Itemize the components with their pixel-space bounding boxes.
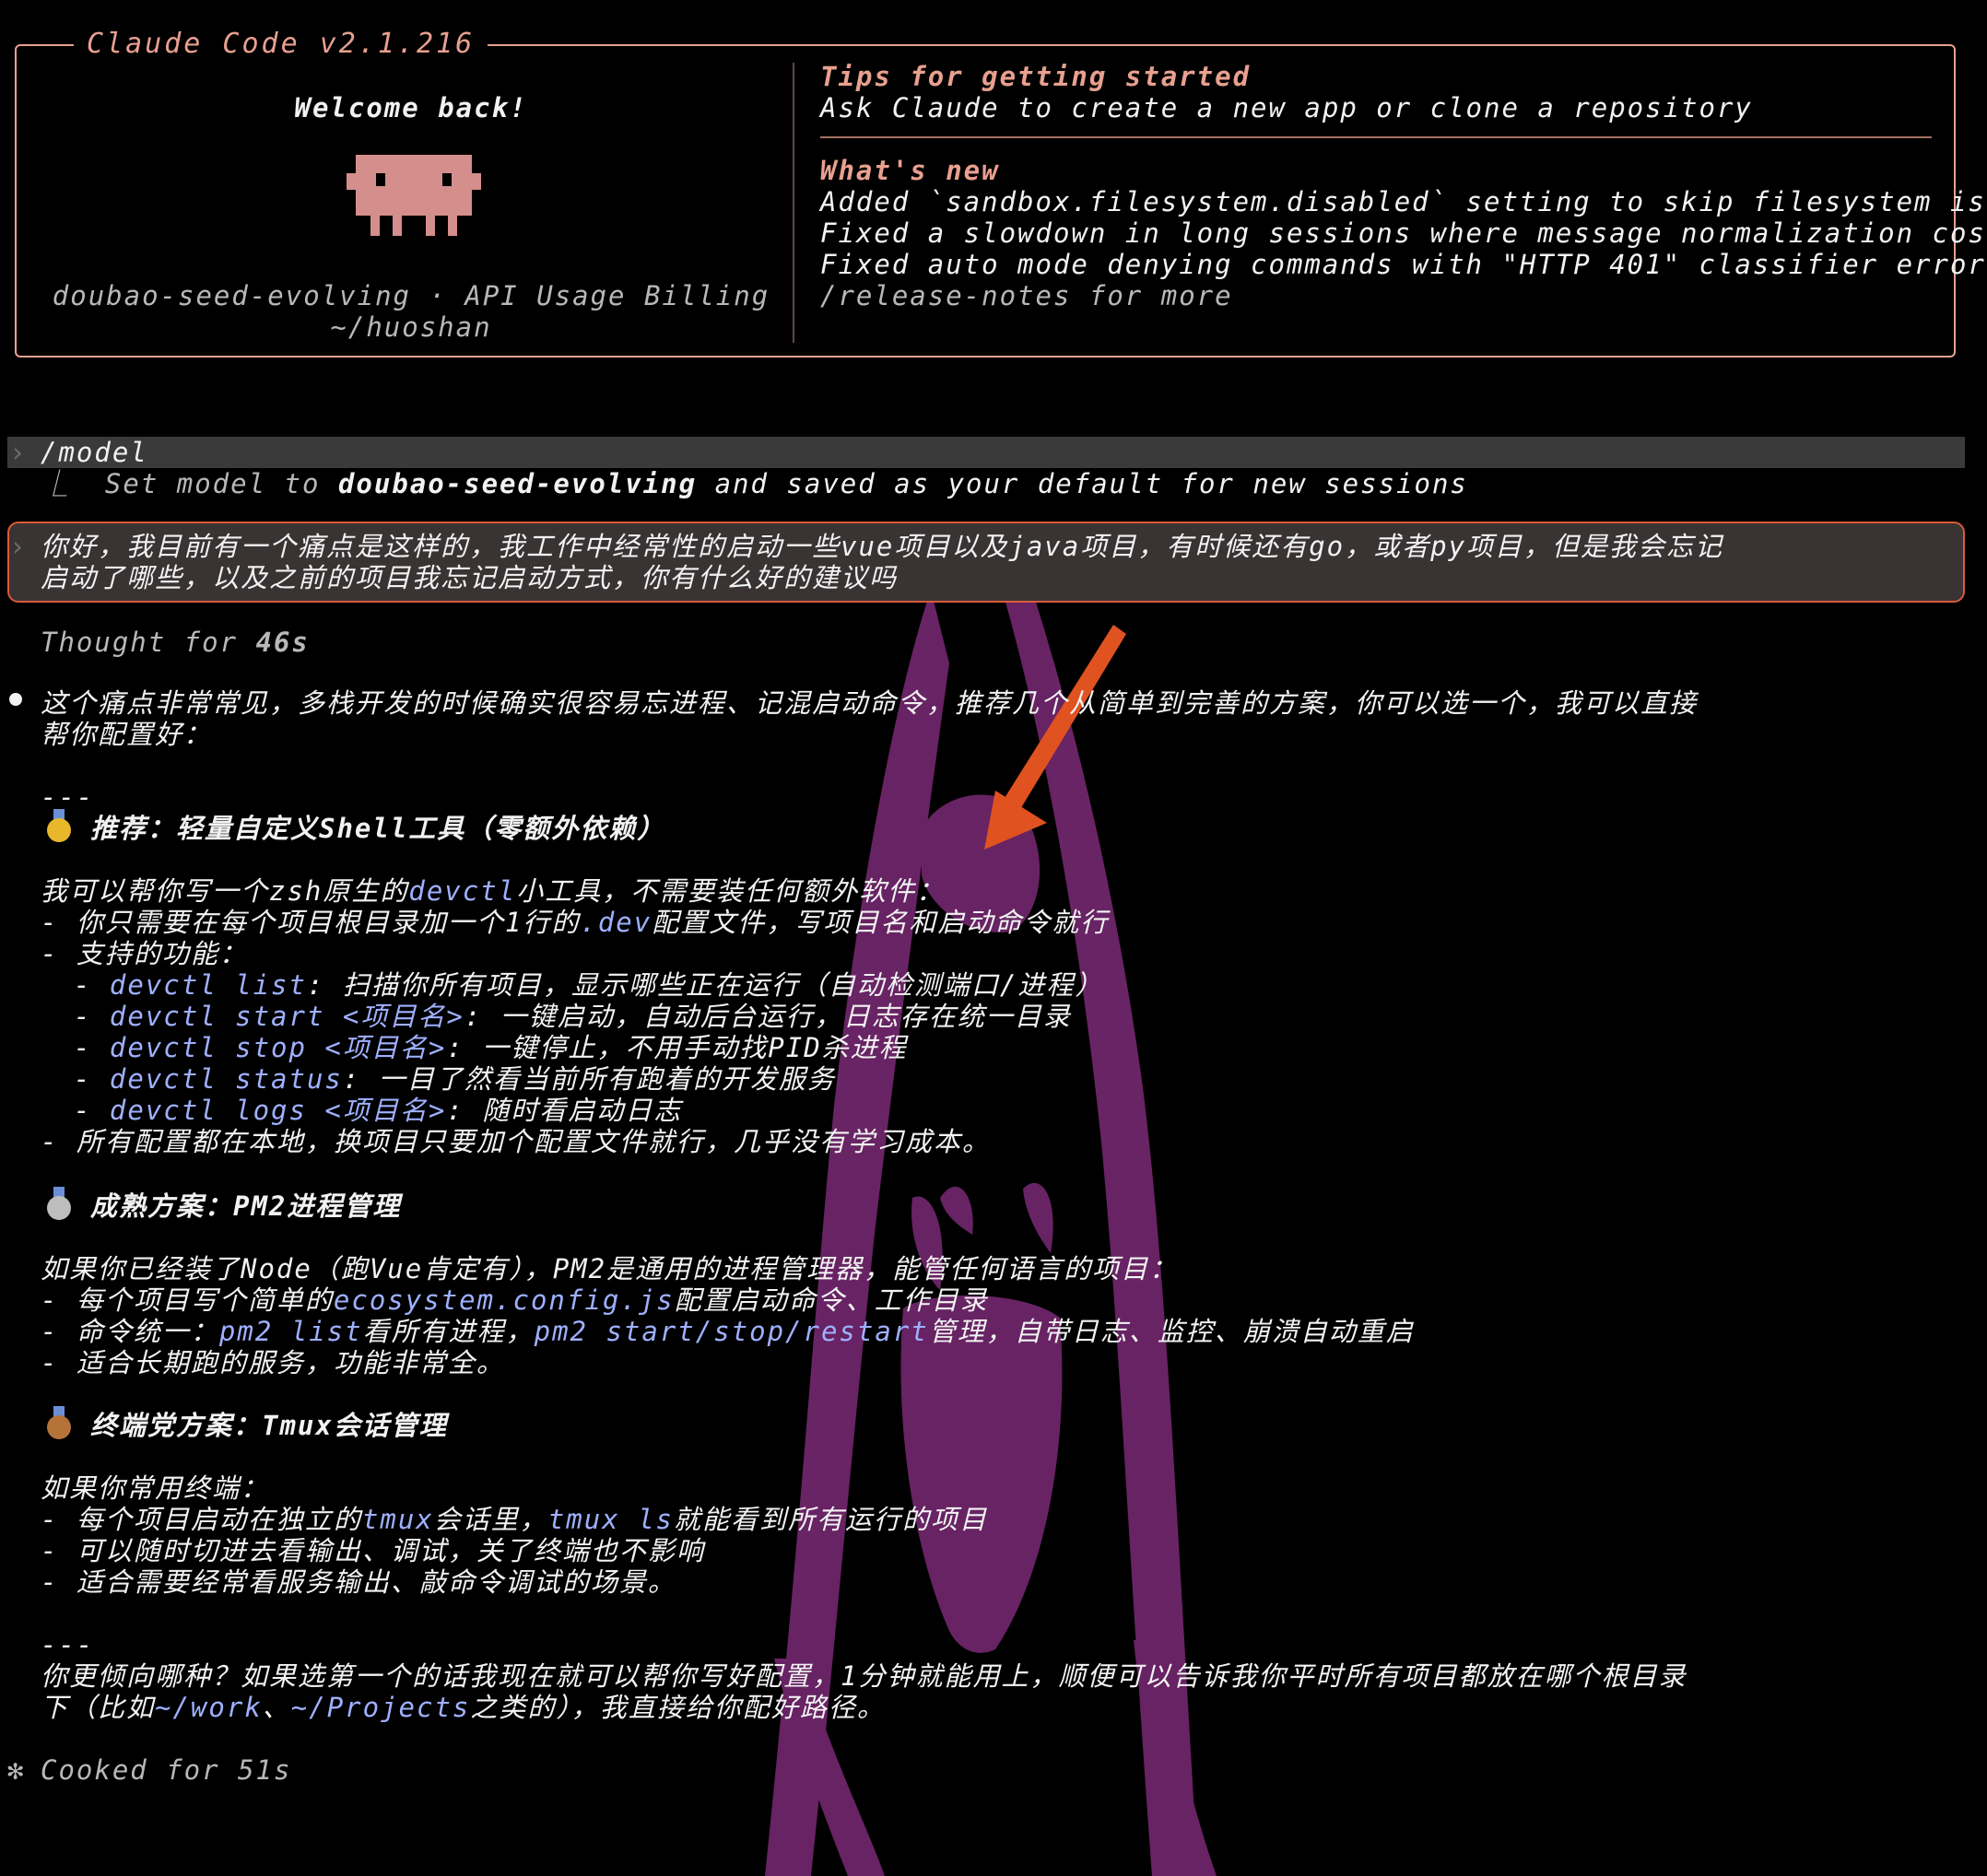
section-text: - 命令统一：pm2 list看所有进程，pm2 start/stop/rest… (41, 1316, 1415, 1347)
section-text: - 每个项目启动在独立的tmux会话里，tmux ls就能看到所有运行的项目 (41, 1504, 989, 1535)
prompt-chevron-icon: › (9, 531, 26, 562)
claude-mascot-icon (347, 155, 481, 236)
whats-new-item: Fixed a slowdown in long sessions where … (820, 217, 1987, 249)
panel-divider-horizontal (820, 136, 1932, 138)
app-title: Claude Code v2.1.216 (74, 28, 488, 60)
section-text: - 每个项目写个简单的ecosystem.config.js配置启动命令、工作目… (41, 1284, 989, 1316)
tips-text: Ask Claude to create a new app or clone … (820, 92, 1753, 123)
feature-item: - devctl start <项目名>: 一键启动，自动后台运行，日志存在统一… (74, 1001, 1072, 1032)
model-billing-info: doubao-seed-evolving · API Usage Billing (52, 280, 770, 311)
response-outro: 你更倾向哪种？如果选第一个的话我现在就可以帮你写好配置，1分钟就能用上，顺便可以… (41, 1660, 1687, 1692)
whats-new-item: Fixed auto mode denying commands with "H… (820, 249, 1987, 280)
feature-item: - devctl logs <项目名>: 随时看启动日志 (74, 1095, 683, 1126)
previous-command: /model (41, 437, 148, 468)
response-bullet-icon (9, 693, 22, 706)
status-spinner-icon: ✻ (7, 1754, 26, 1786)
section-text: - 适合需要经常看服务输出、敲命令调试的场景。 (41, 1566, 676, 1598)
thought-status: Thought for 46s (41, 627, 310, 658)
bronze-medal-icon (47, 1415, 71, 1439)
section-text: 我可以帮你写一个zsh原生的devctl小工具，不需要装任何额外软件： (41, 875, 946, 907)
status-text: Cooked for 51s (41, 1754, 292, 1786)
section-text: - 可以随时切进去看输出、调试，关了终端也不影响 (41, 1535, 705, 1566)
welcome-greeting: Welcome back! (294, 92, 528, 123)
separator: --- (41, 781, 95, 813)
prompt-chevron-icon: › (9, 437, 26, 468)
whats-new-title: What's new (820, 155, 1000, 186)
section-text: - 所有配置都在本地，换项目只要加个配置文件就行，几乎没有学习成本。 (41, 1126, 991, 1157)
previous-prompt-bar (7, 437, 1965, 468)
response-intro: 这个痛点非常常见，多栈开发的时候确实很容易忘进程、记混启动命令，推荐几个从简单到… (41, 687, 1699, 719)
user-message-line: 启动了哪些，以及之前的项目我忘记启动方式，你有什么好的建议吗 (41, 562, 899, 593)
section-title-terminal: 终端党方案：Tmux会话管理 (90, 1410, 448, 1441)
command-result: ⎿ Set model to doubao-seed-evolving and … (41, 468, 1468, 499)
tips-title: Tips for getting started (820, 61, 1252, 92)
feature-item: - devctl stop <项目名>: 一键停止，不用手动找PID杀进程 (74, 1032, 908, 1063)
section-text: 如果你常用终端： (41, 1472, 270, 1504)
release-notes-link[interactable]: /release-notes for more (820, 280, 1233, 311)
section-text: - 适合长期跑的服务，功能非常全。 (41, 1347, 505, 1378)
terminal-window: Claude Code v2.1.216 Welcome back! douba… (0, 0, 1987, 1876)
section-text: 如果你已经装了Node（跑Vue肯定有），PM2是通用的进程管理器，能管任何语言… (41, 1253, 1179, 1284)
silver-medal-icon (47, 1196, 71, 1220)
response-outro: 下（比如~/work、~/Projects之类的），我直接给你配好路径。 (41, 1692, 886, 1723)
section-text: - 你只需要在每个项目根目录加一个1行的.dev配置文件，写项目名和启动命令就行 (41, 907, 1110, 938)
separator: --- (41, 1629, 95, 1660)
response-intro: 帮你配置好： (41, 719, 213, 750)
working-directory: ~/huoshan (330, 311, 492, 343)
section-title-recommended: 推荐：轻量自定义Shell工具（零额外依赖） (90, 813, 666, 844)
feature-item: - devctl status: 一目了然看当前所有跑着的开发服务 (74, 1063, 836, 1095)
section-title-mature: 成熟方案：PM2进程管理 (90, 1190, 402, 1222)
feature-item: - devctl list: 扫描你所有项目，显示哪些正在运行（自动检测端口/进… (74, 969, 1104, 1001)
whats-new-item: Added `sandbox.filesystem.disabled` sett… (820, 186, 1987, 217)
user-message-line: 你好，我目前有一个痛点是这样的，我工作中经常性的启动一些vue项目以及java项… (41, 531, 1724, 562)
section-text: - 支持的功能： (41, 938, 248, 969)
gold-medal-icon (47, 818, 71, 842)
